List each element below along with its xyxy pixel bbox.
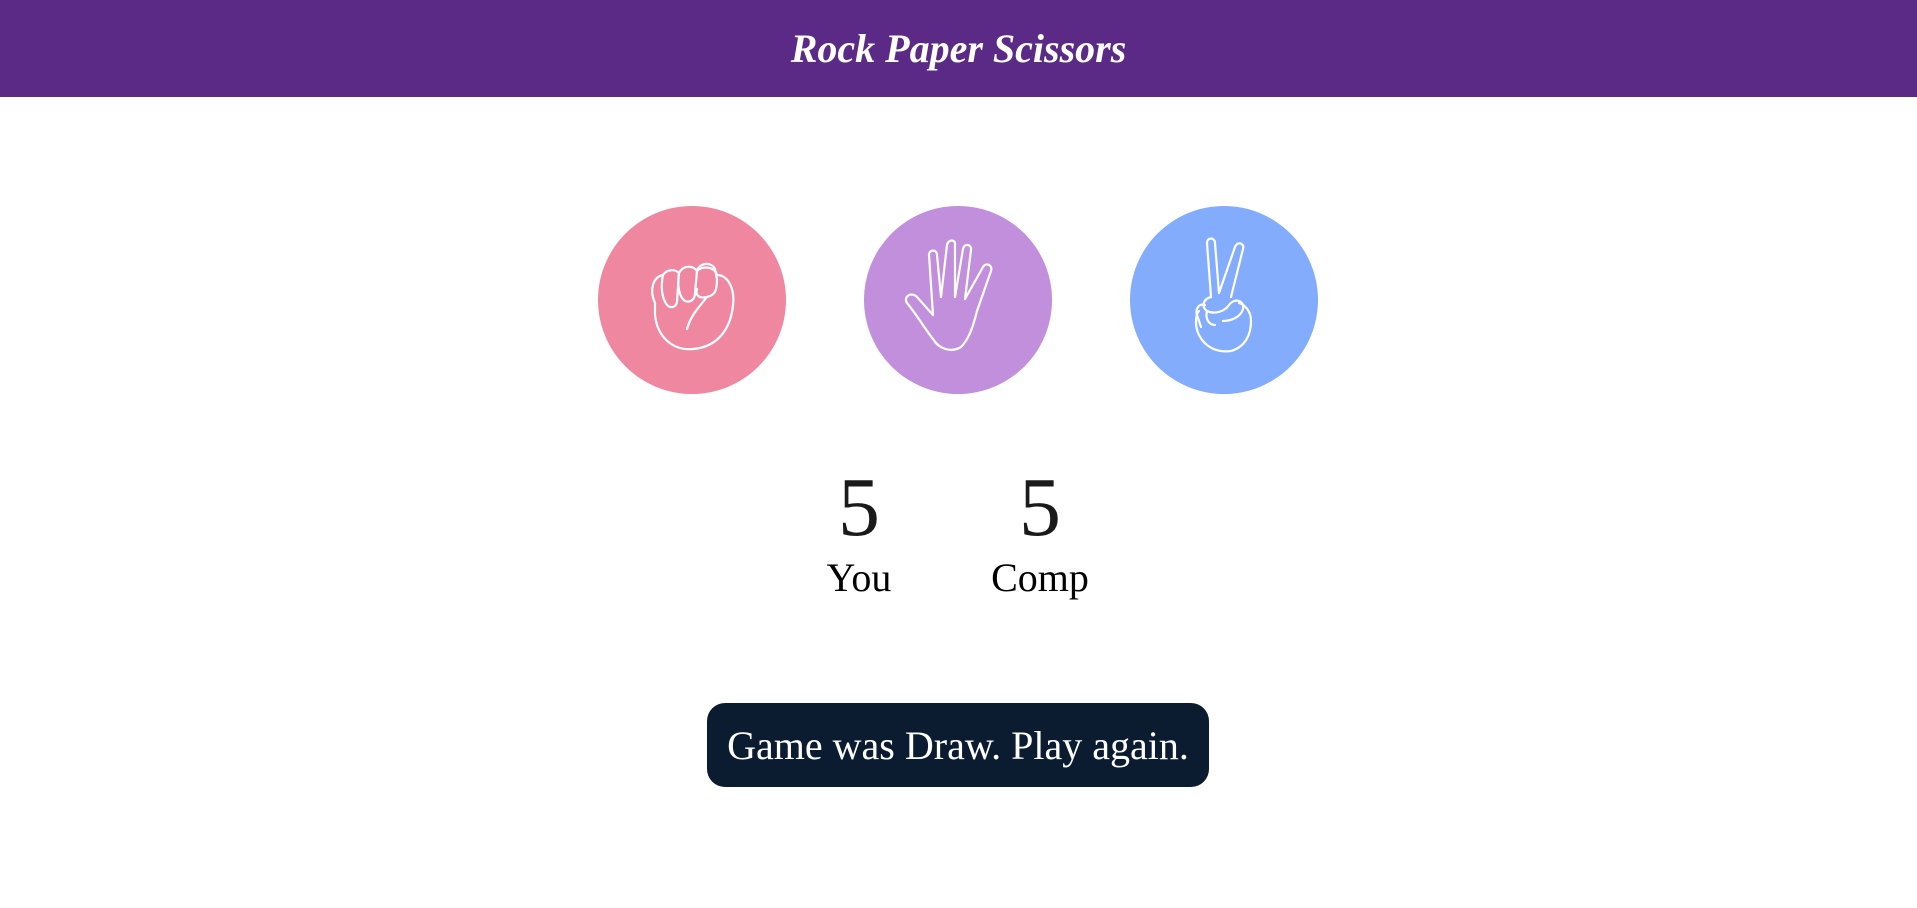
fist-icon: [651, 262, 735, 351]
comp-score-label: Comp: [991, 555, 1089, 600]
user-score-label: You: [826, 555, 892, 600]
open-hand-icon: [904, 239, 993, 351]
peace-hand-icon: [1194, 237, 1253, 353]
user-score: 5 You: [789, 460, 929, 600]
paper-button[interactable]: [864, 206, 1052, 394]
scissors-button[interactable]: [1130, 206, 1318, 394]
comp-score: 5 Comp: [970, 460, 1110, 600]
app-header: Rock Paper Scissors: [0, 0, 1917, 97]
comp-score-value: 5: [1019, 461, 1061, 554]
page-title: Rock Paper Scissors: [790, 26, 1127, 71]
result-message[interactable]: Game was Draw. Play again.: [707, 703, 1209, 787]
choices-row: [0, 206, 1917, 394]
user-score-value: 5: [838, 461, 880, 554]
rock-button[interactable]: [598, 206, 786, 394]
